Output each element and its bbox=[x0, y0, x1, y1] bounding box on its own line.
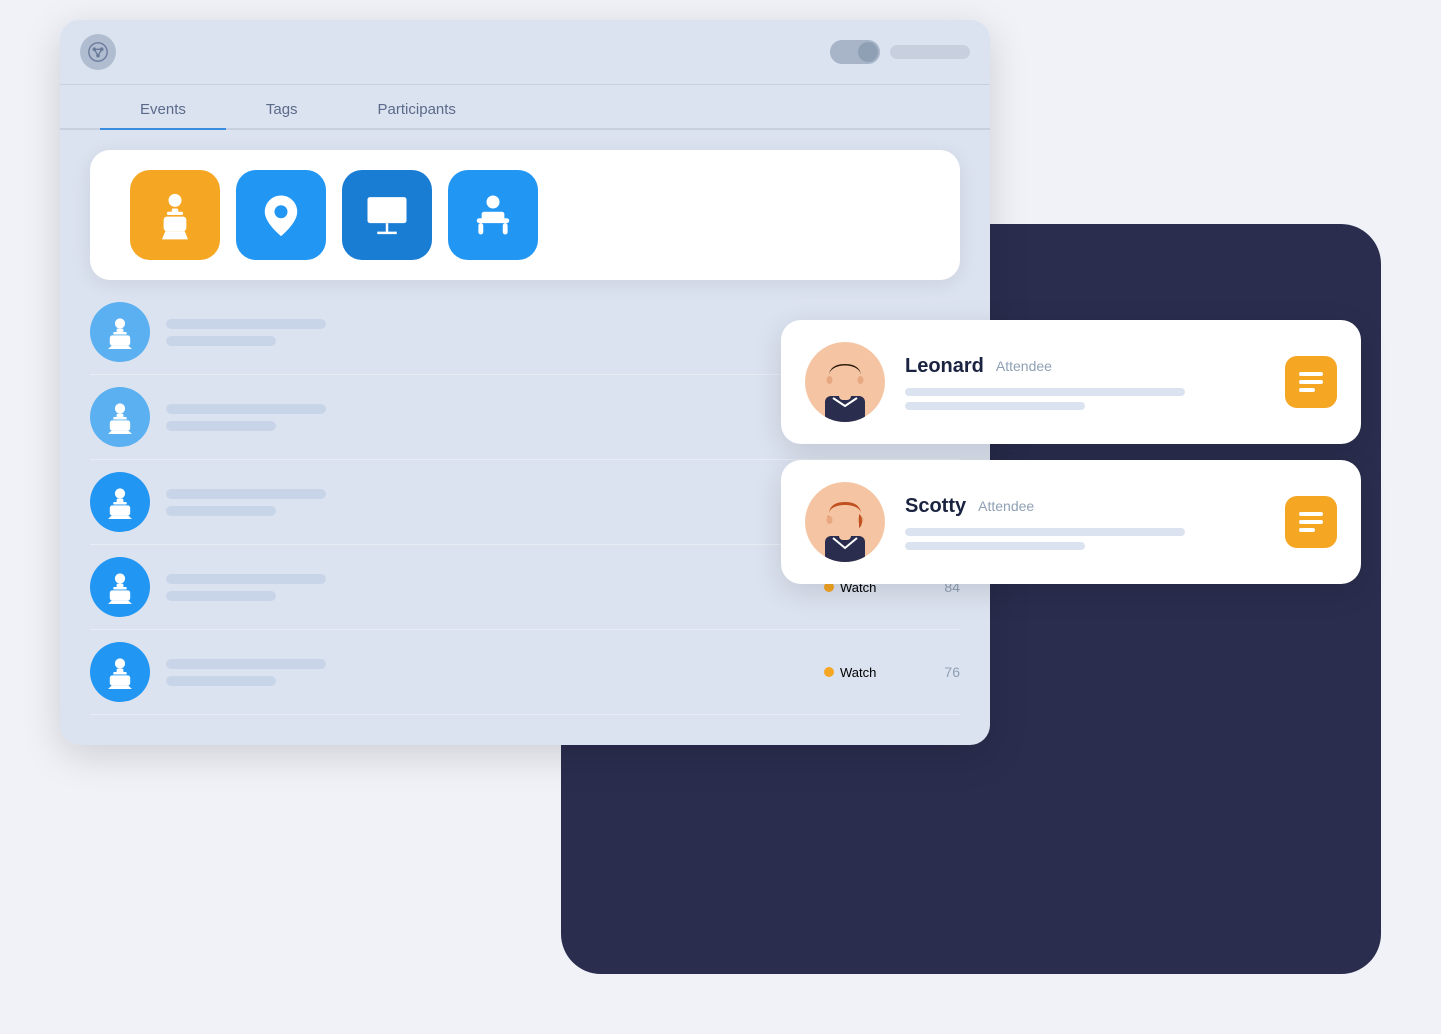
event-icon bbox=[90, 642, 150, 702]
tab-tags[interactable]: Tags bbox=[226, 91, 338, 128]
event-text-line-1 bbox=[166, 404, 326, 414]
participant-role: Attendee bbox=[978, 498, 1034, 514]
icon-card-attendee[interactable] bbox=[448, 170, 538, 260]
toggle-label-text bbox=[890, 45, 970, 59]
icon-card-location[interactable] bbox=[236, 170, 326, 260]
participant-card-leonard: Leonard Attendee bbox=[781, 320, 1361, 444]
app-logo bbox=[80, 34, 116, 70]
event-text-lines bbox=[166, 319, 788, 346]
avatar-scotty bbox=[805, 482, 885, 562]
event-item: Watch 76 bbox=[90, 630, 960, 715]
participant-name-row: Leonard Attendee bbox=[905, 355, 1265, 378]
event-text-lines bbox=[166, 574, 808, 601]
info-line-1 bbox=[905, 528, 1185, 536]
tag-label: Watch bbox=[840, 665, 876, 680]
event-text-line-1 bbox=[166, 659, 326, 669]
nav-tabs: Events Tags Participants bbox=[60, 91, 990, 130]
event-text-line-1 bbox=[166, 574, 326, 584]
event-icon bbox=[90, 387, 150, 447]
participant-action-btn[interactable] bbox=[1285, 496, 1337, 548]
participant-action-btn[interactable] bbox=[1285, 356, 1337, 408]
participant-name-row: Scotty Attendee bbox=[905, 495, 1265, 518]
event-text-line-1 bbox=[166, 489, 326, 499]
window-header bbox=[60, 20, 990, 85]
participant-role: Attendee bbox=[996, 358, 1052, 374]
event-icon bbox=[90, 472, 150, 532]
event-text-lines bbox=[166, 489, 788, 516]
info-line-1 bbox=[905, 388, 1185, 396]
tag-dot-yellow bbox=[824, 667, 834, 677]
event-text-line-2 bbox=[166, 506, 276, 516]
event-text-line-2 bbox=[166, 676, 276, 686]
event-number: 76 bbox=[920, 664, 960, 680]
participant-info-leonard: Leonard Attendee bbox=[905, 355, 1265, 410]
participant-card-scotty: Scotty Attendee bbox=[781, 460, 1361, 584]
event-text-line-2 bbox=[166, 591, 276, 601]
participant-name: Scotty bbox=[905, 495, 966, 518]
tab-participants[interactable]: Participants bbox=[338, 91, 496, 128]
info-line-2 bbox=[905, 402, 1085, 410]
info-line-2 bbox=[905, 542, 1085, 550]
participant-cards: Leonard Attendee bbox=[781, 320, 1361, 584]
icon-cards-row bbox=[90, 150, 960, 280]
event-text-line-2 bbox=[166, 336, 276, 346]
event-icon bbox=[90, 302, 150, 362]
participant-info-scotty: Scotty Attendee bbox=[905, 495, 1265, 550]
tab-events[interactable]: Events bbox=[100, 91, 226, 128]
event-text-line-1 bbox=[166, 319, 326, 329]
toggle-thumb bbox=[858, 42, 878, 62]
event-text-lines bbox=[166, 659, 808, 686]
toggle-track[interactable] bbox=[830, 40, 880, 64]
event-tag-watch: Watch bbox=[824, 665, 904, 680]
icon-card-presentation[interactable] bbox=[342, 170, 432, 260]
window-toggle-area bbox=[830, 40, 970, 64]
avatar-leonard bbox=[805, 342, 885, 422]
event-text-line-2 bbox=[166, 421, 276, 431]
event-text-lines bbox=[166, 404, 788, 431]
icon-card-speaker[interactable] bbox=[130, 170, 220, 260]
event-icon bbox=[90, 557, 150, 617]
participant-name: Leonard bbox=[905, 355, 984, 378]
